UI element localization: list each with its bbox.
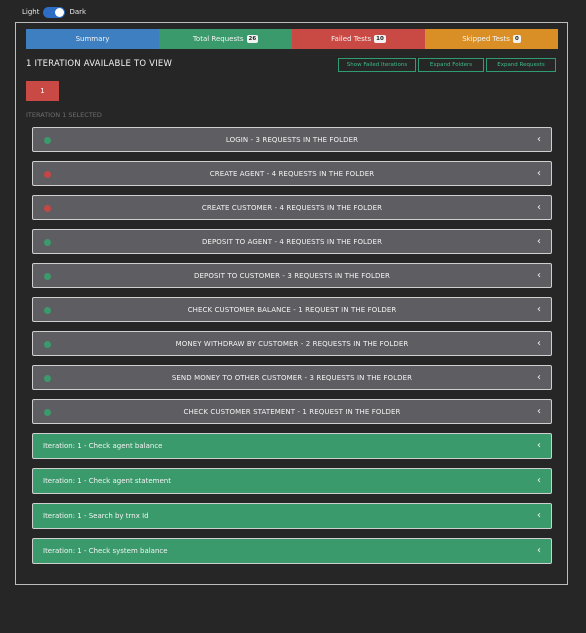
status-dot-icon bbox=[44, 375, 51, 382]
folder-label: CREATE CUSTOMER - 4 REQUESTS IN THE FOLD… bbox=[201, 203, 383, 212]
folder-label: DEPOSIT TO AGENT - 4 REQUESTS IN THE FOL… bbox=[201, 237, 383, 246]
tab-skipped-tests[interactable]: Skipped Tests 0 bbox=[425, 29, 558, 49]
skipped-tests-badge: 0 bbox=[512, 35, 521, 43]
tab-total-requests-label: Total Requests bbox=[192, 35, 244, 43]
iteration-selected-label: ITERATION 1 SELECTED bbox=[26, 111, 102, 119]
folder-check-customer-statement[interactable]: CHECK CUSTOMER STATEMENT - 1 REQUEST IN … bbox=[32, 399, 552, 424]
chevron-left-icon: ‹ bbox=[537, 202, 541, 213]
report-container: Summary Total Requests 26 Failed Tests 1… bbox=[15, 22, 568, 585]
expand-folders-button[interactable]: Expand Folders bbox=[418, 58, 484, 72]
summary-tabs: Summary Total Requests 26 Failed Tests 1… bbox=[26, 29, 558, 49]
folder-label: CHECK CUSTOMER BALANCE - 1 REQUEST IN TH… bbox=[187, 305, 397, 314]
folder-check-customer-balance[interactable]: CHECK CUSTOMER BALANCE - 1 REQUEST IN TH… bbox=[32, 297, 552, 322]
tab-failed-tests[interactable]: Failed Tests 10 bbox=[292, 29, 425, 49]
request-label: Iteration: 1 - Check system balance bbox=[43, 547, 168, 555]
action-buttons: Show Failed Iterations Expand Folders Ex… bbox=[338, 58, 556, 72]
tab-total-requests[interactable]: Total Requests 26 bbox=[159, 29, 292, 49]
tab-summary[interactable]: Summary bbox=[26, 29, 159, 49]
request-check-agent-balance[interactable]: Iteration: 1 - Check agent balance ‹ bbox=[32, 433, 552, 459]
chevron-left-icon: ‹ bbox=[537, 545, 541, 556]
iteration-1-button[interactable]: 1 bbox=[26, 81, 59, 101]
request-label: Iteration: 1 - Check agent balance bbox=[43, 442, 163, 450]
status-dot-icon bbox=[44, 171, 51, 178]
chevron-left-icon: ‹ bbox=[537, 475, 541, 486]
status-dot-icon bbox=[44, 205, 51, 212]
request-check-system-balance[interactable]: Iteration: 1 - Check system balance ‹ bbox=[32, 538, 552, 564]
status-dot-icon bbox=[44, 409, 51, 416]
folder-label: MONEY WITHDRAW BY CUSTOMER - 2 REQUESTS … bbox=[175, 339, 409, 348]
folder-create-agent[interactable]: CREATE AGENT - 4 REQUESTS IN THE FOLDER … bbox=[32, 161, 552, 186]
folder-login[interactable]: LOGIN - 3 REQUESTS IN THE FOLDER ‹ bbox=[32, 127, 552, 152]
chevron-left-icon: ‹ bbox=[537, 236, 541, 247]
folder-label: SEND MONEY TO OTHER CUSTOMER - 3 REQUEST… bbox=[171, 373, 413, 382]
theme-light-label: Light bbox=[22, 8, 40, 16]
status-dot-icon bbox=[44, 137, 51, 144]
failed-tests-badge: 10 bbox=[374, 35, 386, 43]
request-label: Iteration: 1 - Search by trnx Id bbox=[43, 512, 149, 520]
tab-skipped-tests-label: Skipped Tests bbox=[462, 35, 510, 43]
expand-requests-button[interactable]: Expand Requests bbox=[486, 58, 556, 72]
chevron-left-icon: ‹ bbox=[537, 372, 541, 383]
status-dot-icon bbox=[44, 341, 51, 348]
chevron-left-icon: ‹ bbox=[537, 168, 541, 179]
request-search-by-trnx-id[interactable]: Iteration: 1 - Search by trnx Id ‹ bbox=[32, 503, 552, 529]
folder-create-customer[interactable]: CREATE CUSTOMER - 4 REQUESTS IN THE FOLD… bbox=[32, 195, 552, 220]
chevron-left-icon: ‹ bbox=[537, 134, 541, 145]
show-failed-iterations-button[interactable]: Show Failed Iterations bbox=[338, 58, 416, 72]
chevron-left-icon: ‹ bbox=[537, 338, 541, 349]
status-dot-icon bbox=[44, 307, 51, 314]
theme-switch[interactable] bbox=[43, 6, 66, 18]
folder-label: LOGIN - 3 REQUESTS IN THE FOLDER bbox=[225, 135, 359, 144]
chevron-left-icon: ‹ bbox=[537, 270, 541, 281]
chevron-left-icon: ‹ bbox=[537, 440, 541, 451]
chevron-left-icon: ‹ bbox=[537, 304, 541, 315]
status-dot-icon bbox=[44, 273, 51, 280]
request-check-agent-statement[interactable]: Iteration: 1 - Check agent statement ‹ bbox=[32, 468, 552, 494]
tab-failed-tests-label: Failed Tests bbox=[331, 35, 372, 43]
folder-send-money[interactable]: SEND MONEY TO OTHER CUSTOMER - 3 REQUEST… bbox=[32, 365, 552, 390]
folder-deposit-to-agent[interactable]: DEPOSIT TO AGENT - 4 REQUESTS IN THE FOL… bbox=[32, 229, 552, 254]
iterations-title: 1 ITERATION AVAILABLE TO VIEW bbox=[26, 59, 173, 69]
folder-deposit-to-customer[interactable]: DEPOSIT TO CUSTOMER - 3 REQUESTS IN THE … bbox=[32, 263, 552, 288]
chevron-left-icon: ‹ bbox=[537, 510, 541, 521]
folder-label: CREATE AGENT - 4 REQUESTS IN THE FOLDER bbox=[209, 169, 375, 178]
status-dot-icon bbox=[44, 239, 51, 246]
switch-knob bbox=[55, 7, 65, 17]
folder-label: CHECK CUSTOMER STATEMENT - 1 REQUEST IN … bbox=[183, 407, 401, 416]
folder-label: DEPOSIT TO CUSTOMER - 3 REQUESTS IN THE … bbox=[194, 271, 390, 280]
tab-summary-label: Summary bbox=[75, 35, 110, 43]
theme-toggle: Light Dark bbox=[22, 5, 86, 19]
theme-dark-label: Dark bbox=[69, 8, 87, 16]
request-label: Iteration: 1 - Check agent statement bbox=[43, 477, 171, 485]
total-requests-badge: 26 bbox=[246, 35, 259, 43]
chevron-left-icon: ‹ bbox=[537, 406, 541, 417]
folder-money-withdraw[interactable]: MONEY WITHDRAW BY CUSTOMER - 2 REQUESTS … bbox=[32, 331, 552, 356]
